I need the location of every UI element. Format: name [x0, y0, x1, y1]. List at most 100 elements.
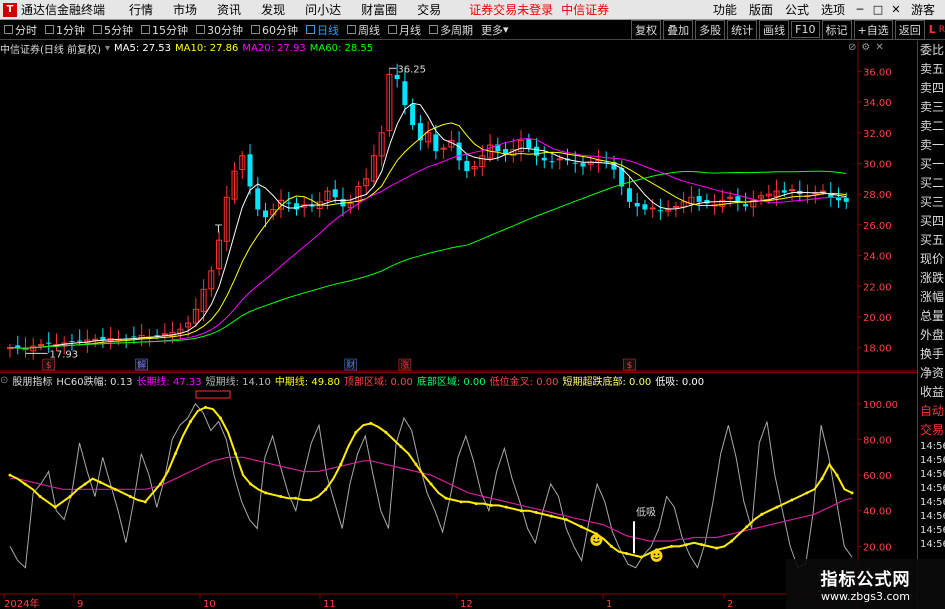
- period-15min[interactable]: 15分钟: [137, 22, 192, 38]
- f10-button[interactable]: F10: [791, 21, 820, 38]
- mid-line-dot: [579, 525, 583, 529]
- main-kline-chart[interactable]: 36.00 34.00 32.00 30.00 28.00 26.00 24.00 22.00…: [0, 41, 917, 372]
- panel-row[interactable]: 涨跌: [918, 269, 945, 288]
- mid-line-dot: [685, 543, 689, 547]
- menu-wealth[interactable]: 财富圈: [361, 1, 397, 18]
- mid-line-dot: [489, 503, 493, 507]
- multi-stock-button[interactable]: 多股: [695, 19, 726, 40]
- maximize-icon[interactable]: □: [869, 3, 887, 16]
- period-more[interactable]: 更多 ▾: [477, 22, 513, 38]
- mid-line-dot: [279, 494, 283, 498]
- panel-row[interactable]: 买五: [918, 231, 945, 250]
- period-multi[interactable]: 多周期: [425, 22, 477, 38]
- statistics-button[interactable]: 统计: [727, 19, 758, 40]
- period-60min[interactable]: 60分钟: [247, 22, 302, 38]
- ma-line: [9, 138, 847, 349]
- mid-line-dot: [730, 539, 734, 543]
- drawing-button[interactable]: 画线: [759, 19, 790, 40]
- mid-line-dot: [549, 514, 553, 518]
- candle-body: [22, 348, 29, 351]
- period-weekly[interactable]: 周线: [343, 22, 384, 38]
- panel-row[interactable]: 总量: [918, 307, 945, 326]
- mid-line-dot: [369, 421, 373, 425]
- menu-market[interactable]: 市场: [173, 1, 197, 18]
- settings-icon[interactable]: ⚙: [861, 42, 870, 53]
- mid-line-dot: [309, 498, 313, 502]
- panel-row[interactable]: 卖四: [918, 79, 945, 98]
- guest-user[interactable]: 游客: [911, 1, 935, 18]
- dropdown-icon[interactable]: ▾: [105, 43, 110, 54]
- panel-row[interactable]: 买一: [918, 155, 945, 174]
- panel-row[interactable]: 外盘: [918, 326, 945, 345]
- mid-line-dot: [399, 445, 403, 449]
- mark-button[interactable]: 标记: [821, 19, 852, 40]
- panel-row[interactable]: 买四: [918, 212, 945, 231]
- zoom-icon[interactable]: ⊘: [848, 42, 856, 53]
- menu-bar: T 通达信金融终端 行情 市场 资讯 发现 问小达 财富圈 交易 证券交易未登录…: [0, 0, 945, 20]
- add-watchlist-button[interactable]: +自选: [853, 19, 893, 40]
- panel-auto-trade[interactable]: 自动: [918, 402, 945, 421]
- hc60-value: HC60跌幅: 0.13: [56, 376, 133, 388]
- panel-row[interactable]: 卖二: [918, 117, 945, 136]
- panel-row[interactable]: 收益: [918, 383, 945, 402]
- panel-row[interactable]: 换手: [918, 345, 945, 364]
- menu-formula[interactable]: 公式: [785, 1, 809, 18]
- period-icon: [429, 25, 438, 34]
- indicator-chart[interactable]: 100.0080.0060.0040.0020.00低吸2024年 9 10 11 12…: [0, 372, 917, 609]
- mid-line-dot: [68, 494, 72, 498]
- candle-body: [672, 205, 679, 208]
- panel-row[interactable]: 涨幅: [918, 288, 945, 307]
- close-chart-icon[interactable]: ✕: [875, 42, 883, 53]
- mid-line-dot: [429, 482, 433, 486]
- panel-row[interactable]: 卖一: [918, 136, 945, 155]
- candle-body: [433, 134, 439, 152]
- x-tick-label: 10: [203, 599, 216, 609]
- panel-row[interactable]: 卖三: [918, 98, 945, 117]
- back-button[interactable]: 返回: [894, 19, 925, 40]
- menu-quotes[interactable]: 行情: [129, 1, 153, 18]
- period-5min[interactable]: 5分钟: [89, 22, 137, 38]
- tick-time: 14:56: [920, 441, 945, 452]
- menu-layout[interactable]: 版面: [749, 1, 773, 18]
- toolbar: 分时 1分钟 5分钟 15分钟 30分钟 60分钟 日线 周线 月线 多周期 更…: [0, 19, 945, 40]
- adjust-button[interactable]: 复权: [631, 19, 662, 40]
- menu-function[interactable]: 功能: [713, 1, 737, 18]
- candle-body: [161, 333, 168, 336]
- panel-row[interactable]: 买二: [918, 174, 945, 193]
- panel-row[interactable]: 现价: [918, 250, 945, 269]
- menu-options[interactable]: 选项: [821, 1, 845, 18]
- panel-row[interactable]: 买三: [918, 193, 945, 212]
- period-daily[interactable]: 日线: [302, 22, 343, 38]
- period-1min[interactable]: 1分钟: [41, 22, 89, 38]
- menu-ask[interactable]: 问小达: [305, 1, 341, 18]
- panel-row[interactable]: 委比: [918, 41, 945, 60]
- period-tick[interactable]: 分时: [0, 22, 41, 38]
- mid-line-dot: [760, 512, 764, 516]
- broker-name[interactable]: 中信证券: [561, 1, 609, 18]
- login-status[interactable]: 证券交易未登录: [469, 1, 553, 18]
- candle-body: [572, 162, 578, 164]
- tick-time: 14:56: [920, 525, 945, 536]
- menu-trade[interactable]: 交易: [417, 1, 441, 18]
- panel-trade[interactable]: 交易: [918, 421, 945, 440]
- indicator-name[interactable]: 股朋指标: [12, 373, 52, 388]
- period-icon: [93, 25, 102, 34]
- close-icon[interactable]: ✕: [887, 3, 905, 16]
- menu-news[interactable]: 资讯: [217, 1, 241, 18]
- menu-discover[interactable]: 发现: [261, 1, 285, 18]
- candle-body: [534, 146, 540, 156]
- period-monthly[interactable]: 月线: [384, 22, 425, 38]
- smiley-eye: [653, 553, 656, 556]
- mid-line-dot: [715, 546, 719, 550]
- mid-line-dot: [609, 544, 613, 548]
- panel-row[interactable]: 净资: [918, 364, 945, 383]
- panel-row[interactable]: 卖五: [918, 60, 945, 79]
- y-tick-label: 18.00: [863, 344, 892, 355]
- overlay-button[interactable]: 叠加: [663, 19, 694, 40]
- candle-body: [332, 189, 338, 198]
- ma-line: [9, 122, 847, 349]
- minimize-icon[interactable]: ─: [851, 3, 869, 16]
- y-tick-label: 20.00: [863, 542, 892, 553]
- period-30min[interactable]: 30分钟: [192, 22, 247, 38]
- low-buy-label: 低吸: [636, 505, 656, 518]
